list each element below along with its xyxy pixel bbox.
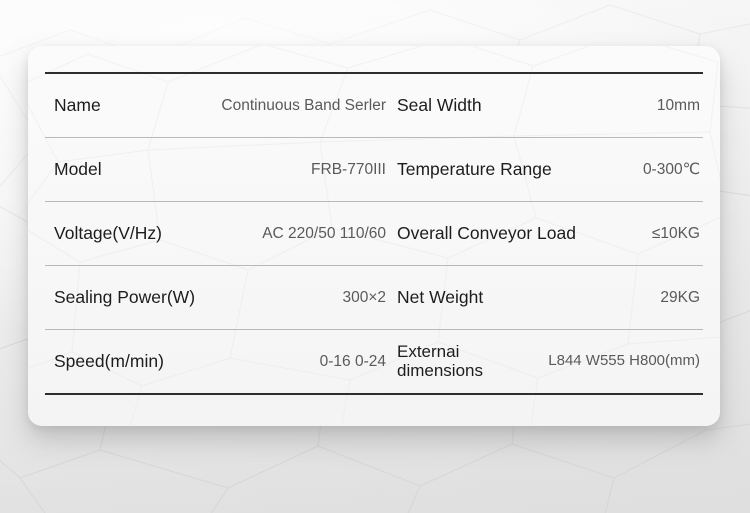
table-cell-right: Externai dimensions L844 W555 H800(mm) (390, 330, 703, 393)
spec-value: ≤10KG (651, 224, 700, 242)
table-row: Sealing Power(W) 300×2 Net Weight 29KG (45, 266, 703, 329)
table-row: Speed(m/min) 0-16 0-24 Externai dimensio… (45, 330, 703, 393)
table-cell-left: Sealing Power(W) 300×2 (45, 266, 390, 329)
table-cell-left: Speed(m/min) 0-16 0-24 (45, 330, 390, 393)
table-cell-left: Name Continuous Band Serler (45, 74, 390, 137)
spec-value: 0-16 0-24 (319, 352, 386, 370)
specification-card: Name Continuous Band Serler Seal Width 1… (28, 46, 720, 426)
spec-value: FRB-770III (311, 160, 386, 178)
table-cell-right: Net Weight 29KG (390, 266, 703, 329)
spec-value: 10mm (656, 96, 700, 114)
spec-value: AC 220/50 110/60 (262, 224, 386, 242)
spec-label: Voltage(V/Hz) (54, 222, 162, 243)
table-cell-right: Seal Width 10mm (390, 74, 703, 137)
spec-value: Continuous Band Serler (221, 96, 386, 114)
spec-label: Externai dimensions (397, 342, 483, 380)
table-cell-right: Overall Conveyor Load ≤10KG (390, 202, 703, 265)
table-row: Name Continuous Band Serler Seal Width 1… (45, 74, 703, 137)
table-cell-right: Temperature Range 0-300℃ (390, 138, 703, 201)
spec-label: Sealing Power(W) (54, 286, 196, 307)
spec-label: Model (54, 158, 102, 179)
spec-label: Net Weight (397, 286, 484, 307)
table-bottom-rule (45, 393, 703, 395)
spec-value: 0-300℃ (642, 160, 700, 178)
spec-label: Speed(m/min) (54, 350, 164, 371)
spec-label: Seal Width (397, 94, 482, 115)
spec-label: Name (54, 94, 101, 115)
table-row: Voltage(V/Hz) AC 220/50 110/60 Overall C… (45, 202, 703, 265)
spec-label: Overall Conveyor Load (397, 222, 576, 243)
spec-value: 300×2 (342, 288, 386, 306)
table-cell-left: Model FRB-770III (45, 138, 390, 201)
spec-label: Temperature Range (397, 158, 552, 179)
table-cell-left: Voltage(V/Hz) AC 220/50 110/60 (45, 202, 390, 265)
spec-value: L844 W555 H800(mm) (548, 352, 700, 370)
spec-value: 29KG (660, 288, 700, 306)
table-row: Model FRB-770III Temperature Range 0-300… (45, 138, 703, 201)
specification-table: Name Continuous Band Serler Seal Width 1… (45, 72, 703, 395)
